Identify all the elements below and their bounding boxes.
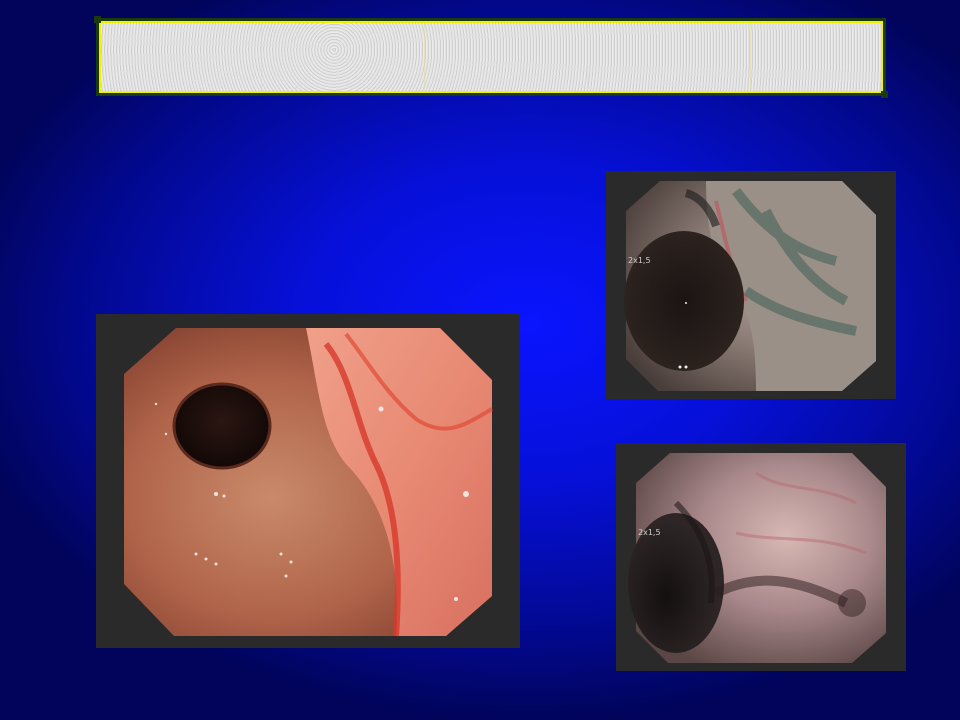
slide-title-bar <box>94 16 888 98</box>
image-label-bottom-right: 2x1,5 <box>638 528 661 537</box>
endoscopy-image-top-right: 2x1,5 <box>606 171 896 399</box>
endoscopy-image-bottom-right: 2x1,5 <box>616 443 906 671</box>
endoscopy-image-bottom-right-view <box>628 453 886 663</box>
endoscopy-image-top-right-view <box>624 181 876 391</box>
endoscopy-image-large <box>96 314 520 648</box>
image-label-top-right: 2x1,5 <box>628 256 651 265</box>
endoscopy-image-large-view <box>124 328 493 637</box>
